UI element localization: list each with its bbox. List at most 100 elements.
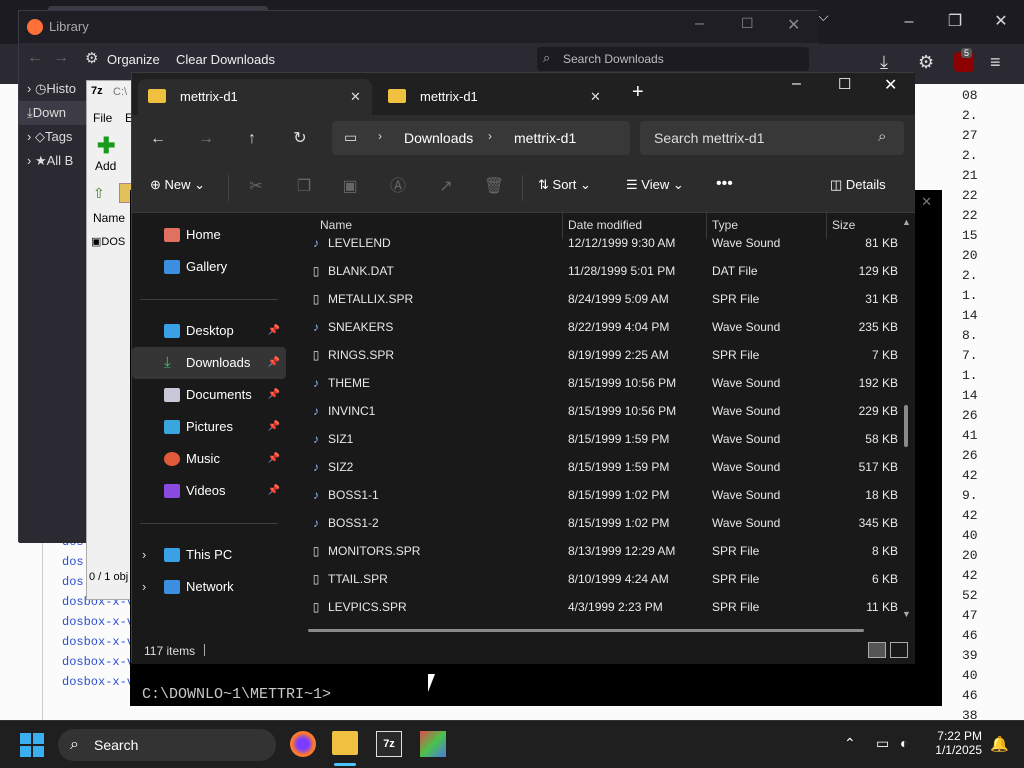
folder-up-icon[interactable]: ⇧	[93, 185, 105, 202]
table-row[interactable]: ♪ THEME 8/15/1999 10:56 PM Wave Sound 192 KB	[290, 369, 910, 397]
clock[interactable]: 7:22 PM 1/1/2025	[928, 729, 982, 757]
scroll-down-icon[interactable]: ▼	[902, 609, 911, 619]
sidebar-item-tags[interactable]: › ◇Tags	[19, 125, 87, 149]
maximize-icon[interactable]: ☐	[838, 75, 851, 93]
chevron-down-icon[interactable]: ⌵	[818, 8, 829, 25]
details-button[interactable]: ◫ Details	[830, 177, 886, 193]
forward-arrow-icon[interactable]: →	[194, 127, 218, 151]
view-button[interactable]: ☰ View ⌄	[626, 177, 684, 193]
close-icon[interactable]: ✕	[787, 15, 800, 35]
new-tab-icon[interactable]: +	[632, 81, 644, 104]
firefox-icon[interactable]	[290, 731, 316, 757]
sidebar-item-videos[interactable]: Videos 📌	[132, 475, 286, 507]
back-arrow-icon[interactable]: ←	[27, 49, 43, 67]
add-icon[interactable]: ✚	[97, 133, 115, 159]
table-row[interactable]: ▯ METALLIX.SPR 8/24/1999 5:09 AM SPR File 31…	[290, 285, 910, 313]
minimize-icon[interactable]: –	[695, 15, 704, 33]
close-tab-icon[interactable]: ✕	[590, 79, 601, 115]
sort-button[interactable]: ⇅ Sort ⌄	[538, 177, 591, 193]
sidebar-item-network[interactable]: › Network	[132, 571, 286, 603]
table-row[interactable]: ♪ INVINC1 8/15/1999 10:56 PM Wave Sound 229 …	[290, 397, 910, 425]
link[interactable]: dos	[62, 572, 84, 592]
file-menu[interactable]: File	[93, 111, 112, 125]
pin-icon[interactable]: 📌	[268, 379, 280, 411]
tiles-view-icon[interactable]	[890, 642, 908, 658]
link[interactable]: dos	[62, 552, 84, 572]
download-icon[interactable]: ⤓	[880, 52, 888, 73]
vertical-scrollbar[interactable]	[904, 405, 908, 447]
list-item[interactable]: ▣DOS	[91, 235, 125, 248]
forward-arrow-icon[interactable]: →	[53, 49, 69, 67]
table-row[interactable]: ♪ BOSS1-1 8/15/1999 1:02 PM Wave Sound 18 KB	[290, 481, 910, 509]
table-row[interactable]: ▯ TTAIL.SPR 8/10/1999 4:24 AM SPR File 6 KB	[290, 565, 910, 593]
extensions-icon[interactable]: ⚙	[918, 52, 934, 73]
close-tab-icon[interactable]: ✕	[350, 79, 361, 115]
breadcrumb-downloads[interactable]: Downloads	[404, 130, 473, 146]
volume-icon[interactable]: ◐	[900, 735, 908, 751]
table-row[interactable]: ♪ SIZ2 8/15/1999 1:59 PM Wave Sound 517 KB	[290, 453, 910, 481]
sidebar-item-pictures[interactable]: Pictures 📌	[132, 411, 286, 443]
table-row[interactable]: ▯ LEVPICS.SPR 4/3/1999 2:23 PM SPR File 11 K…	[290, 593, 910, 621]
more-options-icon[interactable]: •••	[716, 175, 733, 193]
maximize-icon[interactable]: ☐	[741, 15, 754, 32]
pin-icon[interactable]: 📌	[268, 347, 280, 379]
cut-icon[interactable]: ✂	[244, 175, 268, 199]
tab-mettrix-d1-active[interactable]: mettrix-d1 ✕	[138, 79, 372, 115]
pin-icon[interactable]: 📌	[268, 475, 280, 507]
close-icon[interactable]: ✕	[884, 75, 897, 95]
clear-downloads-button[interactable]: Clear Downloads	[176, 52, 275, 67]
refresh-icon[interactable]: ↻	[288, 127, 312, 151]
chevron-right-icon[interactable]: ›	[142, 539, 146, 571]
minimize-icon[interactable]: –	[792, 75, 801, 93]
sidebar-item-desktop[interactable]: Desktop 📌	[132, 315, 286, 347]
search-input[interactable]: Search mettrix-d1 ⌕	[640, 121, 904, 155]
table-row[interactable]: ♪ LEVELEND 12/12/1999 9:30 AM Wave Sound 81 …	[290, 229, 910, 257]
dosbox-icon[interactable]	[420, 731, 446, 757]
table-row[interactable]: ▯ MONITORS.SPR 8/13/1999 12:29 AM SPR File 8…	[290, 537, 910, 565]
search-downloads-input[interactable]: ⌕ Search Downloads	[537, 47, 809, 71]
table-row[interactable]: ♪ BOSS1-2 8/15/1999 1:02 PM Wave Sound 345 K…	[290, 509, 910, 537]
table-row[interactable]: ♪ SIZ1 8/15/1999 1:59 PM Wave Sound 58 KB	[290, 425, 910, 453]
chevron-right-icon[interactable]: ›	[142, 571, 146, 603]
scroll-up-icon[interactable]: ▲	[902, 217, 911, 227]
up-arrow-icon[interactable]: ↑	[240, 127, 264, 151]
sidebar-item-history[interactable]: › ◷Histo	[19, 77, 87, 101]
sidebar-item-gallery[interactable]: Gallery	[132, 251, 286, 283]
start-icon[interactable]	[20, 733, 44, 757]
sidebar-item-all-bookmarks[interactable]: › ★All B	[19, 149, 87, 173]
sidebar-item-documents[interactable]: Documents 📌	[132, 379, 286, 411]
table-row[interactable]: ♪ SNEAKERS 8/22/1999 4:04 PM Wave Sound 235 …	[290, 313, 910, 341]
new-button[interactable]: ⊕ New ⌄	[150, 177, 205, 193]
details-view-icon[interactable]	[868, 642, 886, 658]
paste-icon[interactable]: ▣	[338, 175, 362, 199]
tab-mettrix-d1[interactable]: mettrix-d1 ✕	[378, 79, 612, 115]
menu-icon[interactable]: ≡	[990, 52, 1001, 73]
taskbar-search[interactable]: ⌕ Search	[58, 729, 276, 761]
minimize-icon[interactable]: –	[886, 0, 932, 44]
close-icon[interactable]: ✕	[921, 194, 932, 210]
sidebar-item-home[interactable]: Home	[132, 219, 286, 251]
back-arrow-icon[interactable]: ←	[146, 127, 170, 151]
breadcrumb[interactable]: ▭ › Downloads › mettrix-d1	[332, 121, 630, 155]
horizontal-scrollbar[interactable]	[308, 629, 864, 632]
pin-icon[interactable]: 📌	[268, 411, 280, 443]
organize-button[interactable]: Organize	[107, 52, 160, 67]
network-icon[interactable]: ▭	[876, 735, 889, 752]
file-explorer-icon[interactable]	[332, 731, 358, 755]
table-row[interactable]: ▯ RINGS.SPR 8/19/1999 2:25 AM SPR File 7 KB	[290, 341, 910, 369]
share-icon[interactable]: ↗	[434, 175, 458, 199]
pin-icon[interactable]: 📌	[268, 443, 280, 475]
close-icon[interactable]: ✕	[978, 0, 1024, 44]
sidebar-item-downloads[interactable]: ⤓ Downloads 📌	[132, 347, 286, 379]
name-column-header[interactable]: Name	[93, 211, 125, 225]
delete-icon[interactable]: 🗑	[482, 175, 506, 199]
breadcrumb-mettrix-d1[interactable]: mettrix-d1	[514, 130, 576, 146]
sidebar-item-music[interactable]: Music 📌	[132, 443, 286, 475]
sidebar-item-this-pc[interactable]: › This PC	[132, 539, 286, 571]
notification-bell-icon[interactable]: 🔔	[990, 735, 1009, 753]
sidebar-item-downloads[interactable]: ⤓Down	[19, 101, 87, 125]
restore-icon[interactable]: ❐	[932, 0, 978, 44]
table-row[interactable]: ▯ BLANK.DAT 11/28/1999 5:01 PM DAT File 129 …	[290, 257, 910, 285]
7zip-icon[interactable]: 7z	[376, 731, 402, 757]
copy-icon[interactable]: ❐	[292, 175, 316, 199]
